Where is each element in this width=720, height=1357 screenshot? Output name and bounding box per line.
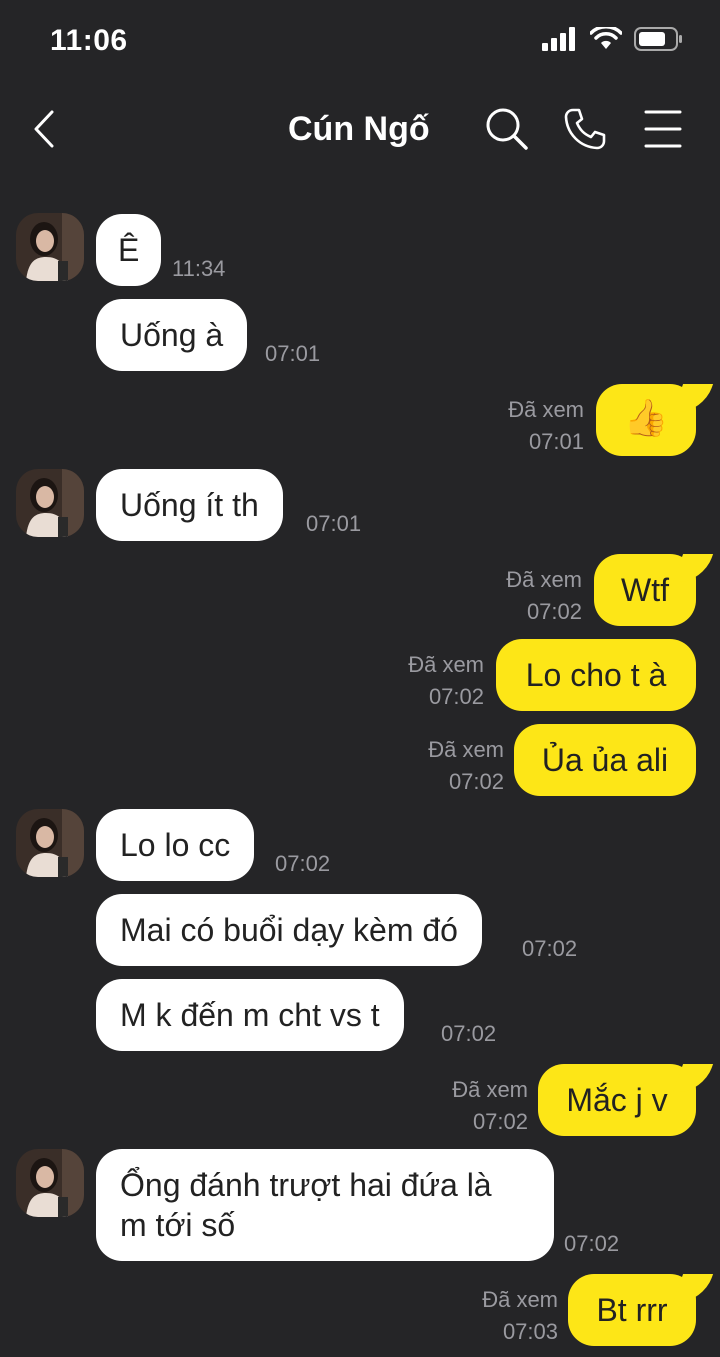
search-icon xyxy=(486,108,528,150)
contact-avatar[interactable] xyxy=(16,809,84,877)
status-icons xyxy=(542,26,684,52)
chevron-left-icon xyxy=(34,110,54,148)
back-button[interactable] xyxy=(22,102,66,156)
contact-avatar[interactable] xyxy=(16,1149,84,1217)
message-time: 07:02 xyxy=(441,1021,497,1046)
message-text: Ổng đánh trượt hai đứa là xyxy=(120,1167,492,1203)
message-meta: Đã xem 07:01 xyxy=(508,394,584,458)
seen-status: Đã xem xyxy=(428,737,504,762)
incoming-message[interactable]: Uống à xyxy=(96,299,248,371)
outgoing-message[interactable]: Mắc j v xyxy=(538,1064,696,1136)
message-time: 11:34 xyxy=(172,256,226,281)
message-text-line-2: m tới số xyxy=(120,1207,236,1243)
message-text: Wtf xyxy=(621,572,669,608)
message-text: Ê xyxy=(118,232,140,268)
message-text: Mắc j v xyxy=(566,1082,668,1118)
incoming-message[interactable]: Ổng đánh trượt hai đứa là m tới số xyxy=(96,1149,554,1261)
seen-status: Đã xem xyxy=(508,397,584,422)
message-text: Bt rrr xyxy=(596,1292,668,1328)
status-bar: 11:06 xyxy=(0,0,720,80)
incoming-message[interactable]: M k đến m cht vs t xyxy=(96,979,404,1051)
search-button[interactable] xyxy=(482,104,532,154)
battery-icon xyxy=(634,27,682,51)
call-button[interactable] xyxy=(560,104,610,154)
message-text: Uống à xyxy=(120,317,224,353)
message-time: 07:02 xyxy=(564,1231,620,1256)
incoming-message[interactable]: Uống ít th xyxy=(96,469,283,541)
phone-icon xyxy=(564,108,606,150)
message-text: Ủa ủa ali xyxy=(541,742,669,778)
incoming-message[interactable]: Mai có buổi dạy kèm đó xyxy=(96,894,482,966)
message-text: Lo lo cc xyxy=(120,827,231,863)
cellular-signal-icon xyxy=(542,27,575,51)
outgoing-message[interactable]: Wtf xyxy=(594,554,696,626)
menu-icon xyxy=(644,110,682,148)
message-time: 07:01 xyxy=(528,429,584,454)
seen-status: Đã xem xyxy=(482,1287,558,1312)
message-time: 07:02 xyxy=(526,599,582,624)
message-text: Uống ít th xyxy=(120,487,259,523)
message-time: 07:02 xyxy=(275,851,331,876)
seen-status: Đã xem xyxy=(452,1077,528,1102)
message-meta: Đã xem 07:02 xyxy=(408,649,484,713)
message-time: 07:02 xyxy=(522,936,578,961)
seen-status: Đã xem xyxy=(408,652,484,677)
outgoing-message[interactable]: Ủa ủa ali xyxy=(514,724,696,796)
menu-button[interactable] xyxy=(638,104,688,154)
message-time: 07:01 xyxy=(306,511,362,536)
thumbs-up-emoji: 👍 xyxy=(623,397,669,438)
message-meta: Đã xem 07:02 xyxy=(452,1074,528,1138)
message-time: 07:02 xyxy=(472,1109,528,1134)
incoming-message[interactable]: Lo lo cc xyxy=(96,809,255,881)
outgoing-message[interactable]: 👍 xyxy=(596,384,696,456)
seen-status: Đã xem xyxy=(506,567,582,592)
message-time: 07:02 xyxy=(448,769,504,794)
message-text: Mai có buổi dạy kèm đó xyxy=(120,912,458,948)
message-list[interactable]: Ê 11:34 Uống à 07:01 Đã xem 07:01 👍 Uống… xyxy=(0,180,720,1357)
contact-avatar[interactable] xyxy=(16,469,84,537)
message-meta: Đã xem 07:02 xyxy=(506,564,582,628)
message-text: M k đến m cht vs t xyxy=(120,997,380,1033)
message-meta: Đã xem 07:03 xyxy=(482,1284,558,1348)
message-text: Lo cho t à xyxy=(525,657,667,693)
outgoing-message[interactable]: Lo cho t à xyxy=(496,639,696,711)
message-time: 07:01 xyxy=(265,341,321,366)
incoming-message[interactable]: Ê xyxy=(96,214,162,286)
message-meta: Đã xem 07:02 xyxy=(428,734,504,798)
wifi-icon xyxy=(590,27,622,49)
outgoing-message[interactable]: Bt rrr xyxy=(568,1274,696,1346)
conversation-title[interactable]: Cún Ngố xyxy=(288,110,430,149)
status-time: 11:06 xyxy=(50,24,128,57)
chat-header: Cún Ngố xyxy=(0,80,720,180)
message-time: 07:02 xyxy=(428,684,484,709)
message-time: 07:03 xyxy=(502,1319,558,1344)
contact-avatar[interactable] xyxy=(16,213,84,281)
